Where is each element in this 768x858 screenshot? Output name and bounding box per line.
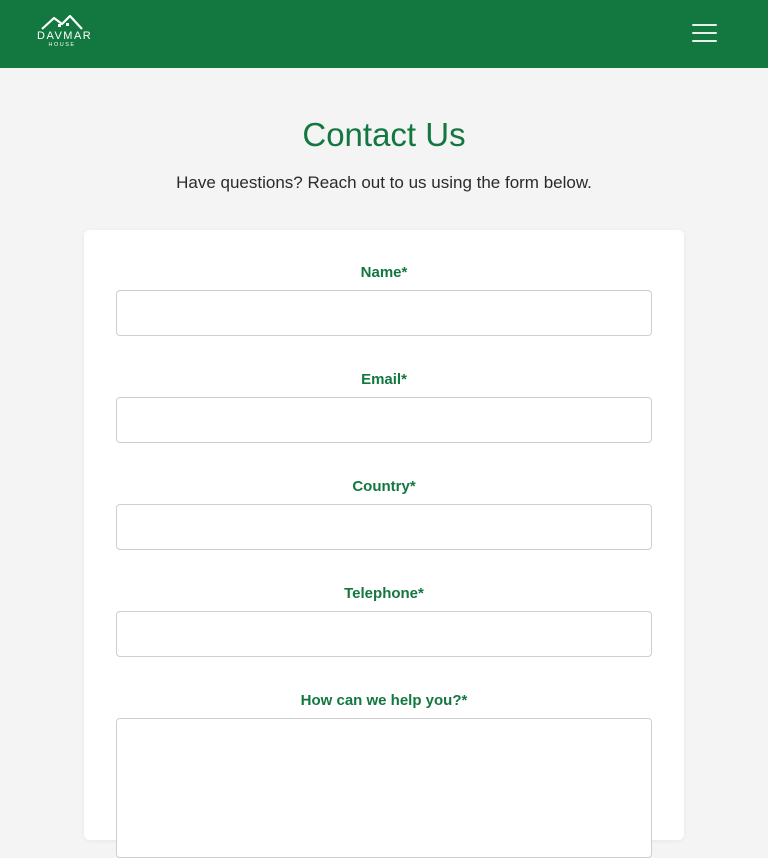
telephone-label: Telephone* [344, 585, 424, 602]
name-field[interactable] [116, 290, 652, 336]
email-label: Email* [361, 371, 407, 388]
site-header: DAVMAR HOUSE [0, 0, 768, 68]
name-label: Name* [360, 264, 408, 281]
page-subtitle: Have questions? Reach out to us using th… [176, 173, 592, 192]
house-roof-icon [41, 15, 83, 30]
country-label: Country* [352, 478, 416, 495]
hamburger-menu-icon[interactable] [692, 22, 718, 44]
menu-bar [692, 24, 717, 26]
email-field[interactable] [116, 397, 652, 443]
message-label: How can we help you?* [300, 692, 468, 709]
menu-bar [692, 40, 717, 42]
menu-bar [692, 32, 717, 34]
logo-name: DAVMAR [37, 30, 93, 42]
telephone-field[interactable] [116, 611, 652, 657]
message-field[interactable] [116, 718, 652, 858]
page-title: Contact Us [302, 116, 466, 153]
logo[interactable]: DAVMAR HOUSE [37, 15, 93, 53]
contact-form-card: Name* Email* Country* Telephone* How can… [84, 230, 684, 858]
logo-subtitle: HOUSE [48, 42, 76, 48]
country-field[interactable] [116, 504, 652, 550]
